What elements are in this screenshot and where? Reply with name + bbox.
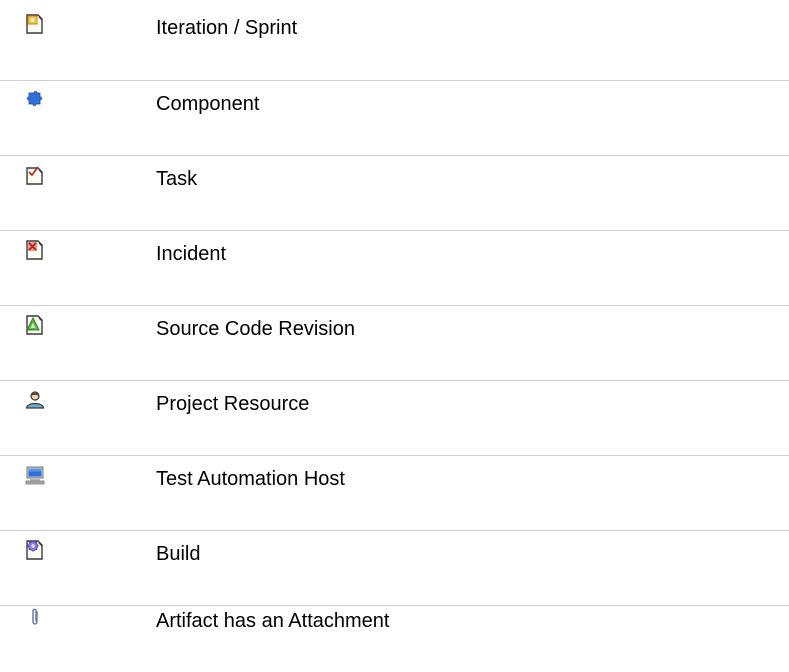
attachment-icon: [25, 607, 45, 627]
legend-row-incident: Incident: [0, 230, 789, 305]
legend-label: Build: [156, 543, 201, 565]
project-resource-icon: [25, 390, 45, 410]
legend-label: Source Code Revision: [156, 318, 355, 340]
build-icon: [25, 540, 45, 560]
legend-row-test-automation-host: Test Automation Host: [0, 455, 789, 530]
incident-icon: [25, 240, 45, 260]
legend-row-build: Build: [0, 530, 789, 605]
legend-row-iteration: Iteration / Sprint: [0, 4, 789, 79]
legend-label: Artifact has an Attachment: [156, 610, 390, 632]
legend-row-attachment: Artifact has an Attachment: [0, 597, 789, 672]
component-icon: [25, 90, 45, 110]
source-code-revision-icon: [25, 315, 45, 335]
legend-row-project-resource: Project Resource: [0, 380, 789, 455]
legend-row-component: Component: [0, 80, 789, 155]
artifact-icon-legend: Iteration / Sprint Component Task Incide…: [0, 0, 789, 672]
legend-label: Task: [156, 168, 198, 190]
task-icon: [25, 165, 45, 185]
legend-row-task: Task: [0, 155, 789, 230]
legend-label: Incident: [156, 243, 227, 265]
legend-label: Iteration / Sprint: [156, 17, 298, 39]
test-automation-host-icon: [25, 465, 45, 485]
iteration-icon: [25, 14, 45, 34]
legend-label: Project Resource: [156, 393, 310, 415]
legend-label: Test Automation Host: [156, 468, 345, 490]
legend-row-source-code-revision: Source Code Revision: [0, 305, 789, 380]
legend-label: Component: [156, 93, 260, 115]
